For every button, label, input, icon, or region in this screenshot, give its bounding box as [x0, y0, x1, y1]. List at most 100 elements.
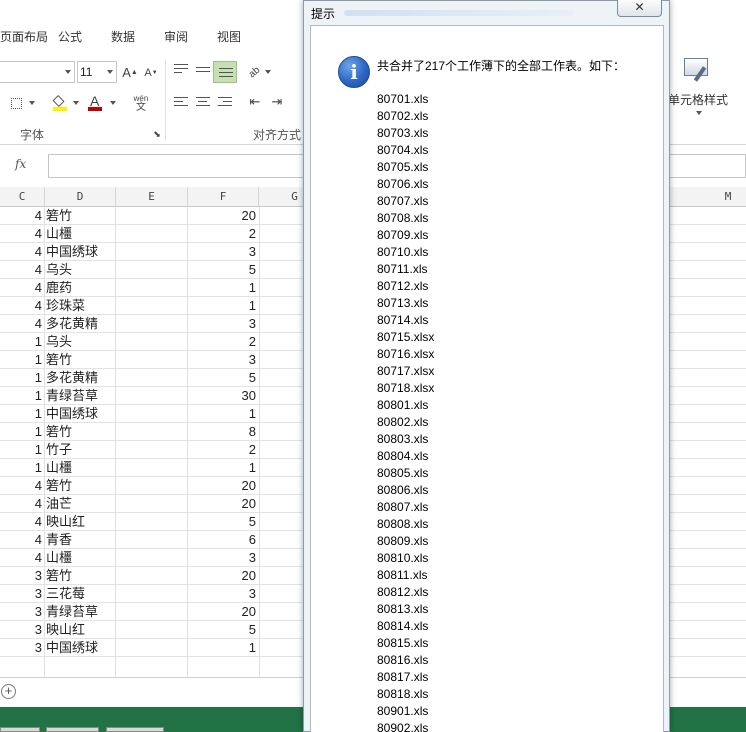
cell-d[interactable]: 珍珠菜 [46, 297, 116, 315]
cell-f[interactable]: 3 [188, 243, 258, 261]
cell-f[interactable]: 3 [188, 351, 258, 369]
cell-d[interactable]: 箬竹 [46, 423, 116, 441]
cell-c[interactable]: 4 [0, 531, 44, 549]
cell-styles-button[interactable]: 单元格样式 [668, 56, 730, 118]
column-header-f[interactable]: F [188, 187, 259, 207]
cell-d[interactable]: 乌头 [46, 333, 116, 351]
taskbar-item[interactable] [0, 727, 40, 732]
font-group-launcher-icon[interactable]: ⬊ [152, 129, 162, 139]
cell-c[interactable]: 1 [0, 387, 44, 405]
cell-d[interactable]: 青绿苔草 [46, 603, 116, 621]
cell-c[interactable]: 4 [0, 261, 44, 279]
font-size-select[interactable]: 11 [77, 61, 117, 83]
cell-c[interactable]: 1 [0, 351, 44, 369]
tab-page-layout[interactable]: 页面布局 [0, 28, 48, 45]
cell-c[interactable]: 4 [0, 477, 44, 495]
align-left-icon[interactable] [174, 97, 188, 109]
cell-f[interactable]: 2 [188, 225, 258, 243]
cell-d[interactable]: 中国绣球 [46, 639, 116, 657]
cell-c[interactable]: 4 [0, 495, 44, 513]
cell-c[interactable]: 4 [0, 513, 44, 531]
cell-c[interactable]: 4 [0, 243, 44, 261]
cell-d[interactable]: 箬竹 [46, 207, 116, 225]
cell-f[interactable]: 5 [188, 261, 258, 279]
cell-f[interactable]: 3 [188, 315, 258, 333]
cell-c[interactable]: 4 [0, 225, 44, 243]
close-button[interactable]: ✕ [617, 0, 662, 17]
align-middle-icon[interactable] [196, 67, 210, 79]
cell-f[interactable]: 1 [188, 297, 258, 315]
add-sheet-icon[interactable]: + [1, 684, 16, 699]
align-right-icon[interactable] [218, 97, 232, 109]
font-name-select[interactable] [0, 61, 75, 83]
column-header-e[interactable]: E [116, 187, 188, 207]
column-header-d[interactable]: D [45, 187, 116, 207]
cell-d[interactable]: 青绿苔草 [46, 387, 116, 405]
cell-f[interactable]: 20 [188, 567, 258, 585]
align-center-icon[interactable] [196, 97, 210, 109]
cell-d[interactable]: 山橿 [46, 225, 116, 243]
borders-button[interactable] [6, 95, 40, 111]
cell-d[interactable]: 多花黄精 [46, 315, 116, 333]
cell-f[interactable]: 2 [188, 333, 258, 351]
cell-f[interactable]: 1 [188, 405, 258, 423]
cell-d[interactable]: 中国绣球 [46, 243, 116, 261]
cell-d[interactable]: 映山红 [46, 621, 116, 639]
cell-f[interactable]: 5 [188, 513, 258, 531]
cell-c[interactable]: 4 [0, 315, 44, 333]
cell-c[interactable]: 1 [0, 405, 44, 423]
phonetic-guide-button[interactable]: wén 文 [128, 92, 154, 114]
column-header-c[interactable]: C [0, 187, 45, 207]
tab-data[interactable]: 数据 [111, 28, 135, 45]
cell-c[interactable]: 4 [0, 549, 44, 567]
cell-f[interactable]: 30 [188, 387, 258, 405]
tab-review[interactable]: 审阅 [164, 28, 188, 45]
cell-f[interactable]: 1 [188, 639, 258, 657]
cell-c[interactable]: 4 [0, 207, 44, 225]
cell-c[interactable]: 3 [0, 621, 44, 639]
cell-d[interactable]: 多花黄精 [46, 369, 116, 387]
cell-d[interactable]: 箬竹 [46, 351, 116, 369]
cell-c[interactable]: 4 [0, 297, 44, 315]
font-color-button[interactable]: A [86, 93, 118, 113]
cell-c[interactable]: 1 [0, 333, 44, 351]
fill-color-button[interactable] [50, 93, 82, 113]
cell-c[interactable]: 3 [0, 585, 44, 603]
cell-f[interactable]: 8 [188, 423, 258, 441]
cell-d[interactable]: 箬竹 [46, 567, 116, 585]
cell-c[interactable]: 1 [0, 441, 44, 459]
cell-f[interactable]: 2 [188, 441, 258, 459]
align-top-icon[interactable] [174, 64, 188, 76]
tab-view[interactable]: 视图 [217, 28, 241, 45]
tab-formulas[interactable]: 公式 [58, 28, 82, 45]
cell-d[interactable]: 中国绣球 [46, 405, 116, 423]
taskbar-item[interactable] [46, 727, 99, 732]
increase-indent-icon[interactable]: ⇥ [268, 94, 286, 110]
cell-f[interactable]: 6 [188, 531, 258, 549]
cell-c[interactable]: 4 [0, 279, 44, 297]
cell-f[interactable]: 20 [188, 603, 258, 621]
cell-f[interactable]: 20 [188, 477, 258, 495]
cell-f[interactable]: 3 [188, 585, 258, 603]
taskbar-item[interactable] [106, 727, 164, 732]
insert-function-icon[interactable]: fx [15, 157, 26, 171]
cell-d[interactable]: 油芒 [46, 495, 116, 513]
cell-d[interactable]: 山橿 [46, 459, 116, 477]
cell-d[interactable]: 映山红 [46, 513, 116, 531]
cell-f[interactable]: 3 [188, 549, 258, 567]
cell-c[interactable]: 3 [0, 603, 44, 621]
cell-d[interactable]: 竹子 [46, 441, 116, 459]
grow-font-button[interactable]: A ▲ [122, 63, 138, 81]
cell-d[interactable]: 箬竹 [46, 477, 116, 495]
shrink-font-button[interactable]: A ▼ [143, 65, 159, 81]
cell-c[interactable]: 3 [0, 567, 44, 585]
column-header-m[interactable]: M [710, 187, 746, 207]
cell-d[interactable]: 山橿 [46, 549, 116, 567]
cell-f[interactable]: 1 [188, 459, 258, 477]
cell-f[interactable]: 20 [188, 207, 258, 225]
cell-f[interactable]: 1 [188, 279, 258, 297]
cell-f[interactable]: 20 [188, 495, 258, 513]
cell-c[interactable]: 1 [0, 423, 44, 441]
cell-d[interactable]: 三花莓 [46, 585, 116, 603]
align-bottom-icon[interactable] [213, 61, 237, 83]
